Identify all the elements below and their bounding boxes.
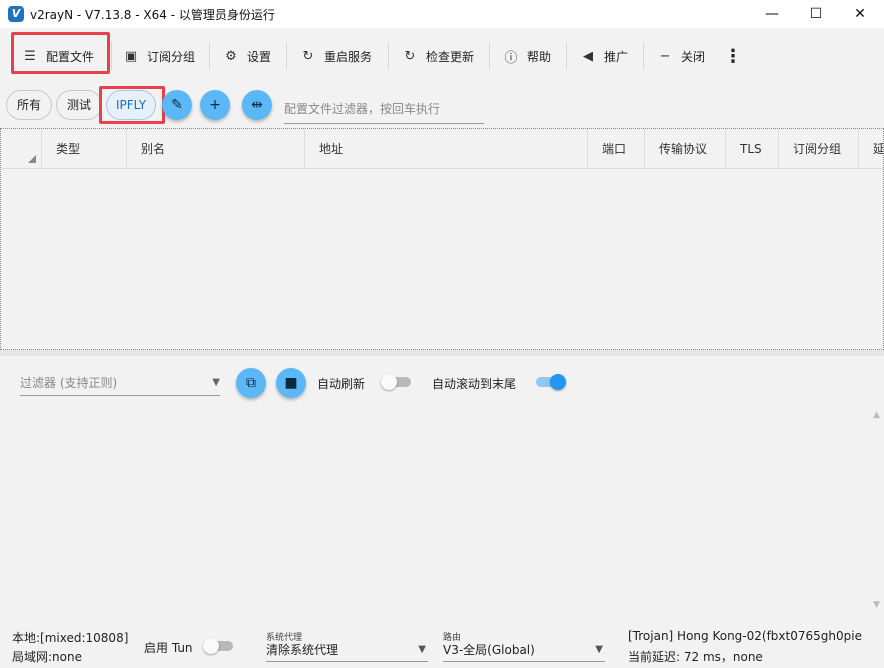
clear-log-button[interactable]: ■ [276, 368, 306, 398]
subscription-icon: ▣ [124, 48, 138, 64]
toolbar-divider [566, 42, 567, 70]
auto-refresh-label: 自动刷新 [317, 377, 366, 391]
column-header-address[interactable]: 地址 [304, 129, 586, 169]
speaker-icon: ◀ [583, 48, 593, 64]
profiles-highlight-box [11, 32, 110, 74]
profile-filter-input[interactable] [284, 94, 484, 124]
app-logo-icon: V [8, 6, 24, 22]
pencil-icon: ✎ [171, 97, 183, 113]
chip-test[interactable]: 测试 [56, 90, 102, 120]
chevron-down-icon: ▼ [595, 644, 603, 655]
more-menu-button[interactable]: ⋮ [724, 40, 742, 72]
chevron-down-icon: ▼ [212, 377, 220, 388]
ipfly-highlight-box [99, 86, 165, 124]
chevron-down-icon: ▼ [418, 644, 426, 655]
select-all-corner-icon[interactable] [28, 155, 36, 163]
copy-icon: ⧉ [246, 375, 256, 391]
edit-group-button[interactable]: ✎ [162, 90, 192, 120]
tun-toggle[interactable] [203, 638, 237, 654]
subscription-group-label: 订阅分组 [147, 49, 196, 64]
column-header-tls[interactable]: TLS [725, 129, 778, 169]
update-icon: ↻ [404, 48, 416, 64]
auto-refresh-toggle[interactable] [381, 374, 415, 390]
local-port-text: 本地:[mixed:10808] [12, 631, 129, 645]
toolbar-divider [286, 42, 287, 70]
title-bar: V v2rayN - V7.13.8 - X64 - 以管理员身份运行 — ☐ … [0, 0, 884, 28]
current-server-text: [Trojan] Hong Kong-02(fbxt0765gh0pie [628, 629, 862, 643]
help-button[interactable]: ⓘ 帮助 [503, 40, 551, 72]
auto-scroll-label: 自动滚动到末尾 [432, 377, 517, 391]
add-group-button[interactable]: + [200, 90, 230, 120]
split-icon: ⇹ [251, 97, 263, 113]
column-header-alias[interactable]: 别名 [126, 129, 304, 169]
help-icon: ⓘ [504, 50, 518, 66]
maximize-button[interactable]: ☐ [796, 0, 836, 28]
settings-button[interactable]: ⚙ 设置 [223, 40, 271, 72]
plus-icon: + [209, 97, 221, 113]
column-header-transport[interactable]: 传输协议 [644, 129, 725, 169]
copy-log-button[interactable]: ⧉ [236, 368, 266, 398]
system-proxy-select[interactable]: 清除系统代理 ▼ [266, 638, 428, 662]
toggle-knob [550, 374, 566, 390]
promotion-label: 推广 [604, 49, 629, 64]
log-filter-placeholder: 过滤器 (支持正则) [20, 376, 118, 390]
close-app-button[interactable]: − 关闭 [657, 40, 705, 72]
table-header: 类型 别名 地址 端口 传输协议 TLS 订阅分组 延迟 [1, 129, 883, 169]
log-panel: 过滤器 (支持正则) ▼ ⧉ ■ 自动刷新 自动滚动到末尾 ▲ ▼ [0, 356, 884, 618]
check-update-button[interactable]: ↻ 检查更新 [402, 40, 474, 72]
restart-icon: ↻ [302, 48, 314, 64]
scroll-down-icon[interactable]: ▼ [873, 600, 880, 610]
system-proxy-value: 清除系统代理 [266, 643, 339, 657]
routing-value: V3-全局(Global) [443, 643, 535, 657]
toolbar-divider [489, 42, 490, 70]
status-bar: 本地:[mixed:10808] 局域网:none 启用 Tun 系统代理 清除… [0, 618, 884, 668]
close-app-label: 关闭 [681, 49, 706, 64]
toolbar-divider [388, 42, 389, 70]
tun-label: 启用 Tun [144, 641, 193, 655]
auto-scroll-toggle[interactable] [532, 374, 566, 390]
toolbar-divider [111, 42, 112, 70]
profiles-table: 类型 别名 地址 端口 传输协议 TLS 订阅分组 延迟 [0, 128, 884, 350]
column-header-port[interactable]: 端口 [587, 129, 644, 169]
promotion-button[interactable]: ◀ 推广 [580, 40, 628, 72]
subscription-group-button[interactable]: ▣ 订阅分组 [123, 40, 195, 72]
log-filter-combo[interactable]: 过滤器 (支持正则) ▼ [20, 370, 220, 396]
help-label: 帮助 [527, 49, 552, 64]
close-window-button[interactable]: ✕ [840, 0, 880, 28]
main-toolbar: ☰ 配置文件 ▣ 订阅分组 ⚙ 设置 ↻ 重启服务 ↻ 检查更新 ⓘ 帮助 ◀ … [0, 28, 884, 84]
window-title: v2rayN - V7.13.8 - X64 - 以管理员身份运行 [30, 8, 275, 22]
minimize-button[interactable]: — [752, 0, 792, 28]
toolbar-divider [209, 42, 210, 70]
scroll-up-icon[interactable]: ▲ [873, 410, 880, 420]
settings-label: 设置 [247, 49, 272, 64]
column-header-type[interactable]: 类型 [41, 129, 126, 169]
trash-icon: ■ [284, 375, 298, 391]
gear-icon: ⚙ [225, 48, 237, 64]
toolbar-divider [643, 42, 644, 70]
toggle-knob [381, 374, 397, 390]
check-update-label: 检查更新 [426, 49, 475, 64]
lan-text: 局域网:none [12, 650, 82, 664]
restart-service-button[interactable]: ↻ 重启服务 [300, 40, 372, 72]
toggle-knob [203, 638, 219, 654]
column-header-subscription-group[interactable]: 订阅分组 [778, 129, 858, 169]
chip-all[interactable]: 所有 [6, 90, 52, 120]
current-latency-text: 当前延迟: 72 ms，none [628, 650, 763, 664]
minus-icon: − [659, 48, 671, 64]
sort-group-button[interactable]: ⇹ [242, 90, 272, 120]
routing-select[interactable]: V3-全局(Global) ▼ [443, 638, 605, 662]
column-header-latency[interactable]: 延迟 [858, 129, 883, 169]
restart-service-label: 重启服务 [324, 49, 373, 64]
